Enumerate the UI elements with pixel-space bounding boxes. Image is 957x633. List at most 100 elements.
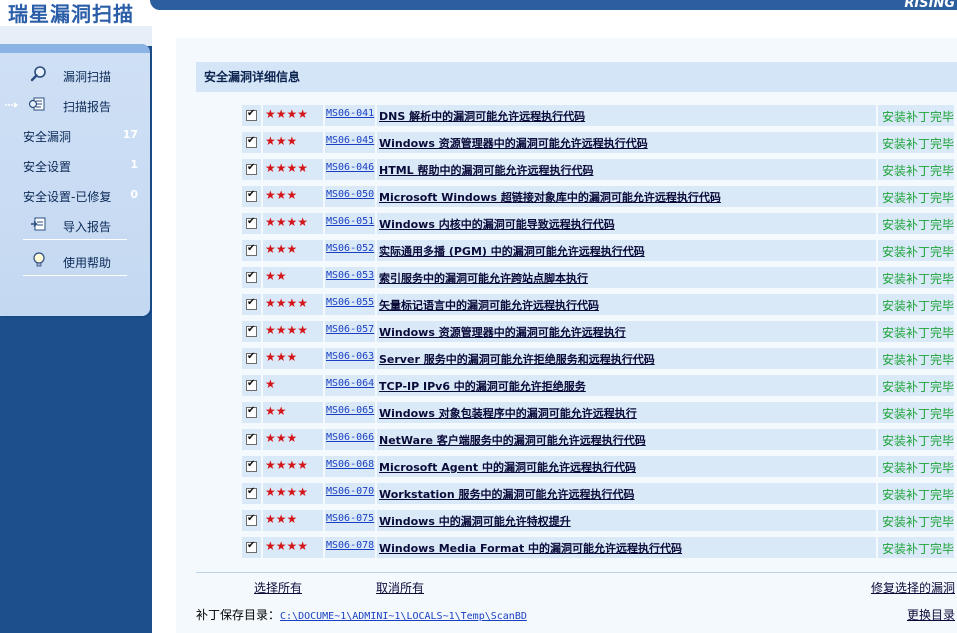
bulletin-id-link[interactable]: MS06-051 <box>326 216 374 227</box>
bulletin-id-link[interactable]: MS06-068 <box>326 459 374 470</box>
sidebar-item-security-vulns[interactable]: 安全漏洞 17 <box>0 123 150 149</box>
sidebar-item-security-settings[interactable]: 安全设置 1 <box>0 153 150 179</box>
table-row: ★★★★ MS06-057 Windows 资源管理器中的漏洞可能允许远程执行 安装补… <box>242 321 954 342</box>
vulnerability-title-link[interactable]: Windows 资源管理器中的漏洞可能允许远程执行 <box>379 324 626 340</box>
sidebar-item-vuln-scan[interactable]: 漏洞扫描 <box>0 63 150 89</box>
vulnerability-title-link[interactable]: Workstation 服务中的漏洞可能允许远程执行代码 <box>379 486 635 502</box>
sidebar-item-label: 漏洞扫描 <box>63 70 112 84</box>
row-checkbox[interactable] <box>246 324 257 337</box>
status-cell: 安装补丁完毕 <box>878 483 954 504</box>
id-cell: MS06-075 <box>325 510 375 531</box>
vulnerability-title-link[interactable]: HTML 帮助中的漏洞可能允许远程执行代码 <box>379 162 594 178</box>
bulletin-id-link[interactable]: MS06-063 <box>326 351 374 362</box>
bulletin-id-link[interactable]: MS06-041 <box>326 108 374 119</box>
vulnerability-title-link[interactable]: Windows 内核中的漏洞可能导致远程执行代码 <box>379 216 615 232</box>
title-cell: Windows 内核中的漏洞可能导致远程执行代码 <box>377 213 876 234</box>
vulnerability-title-link[interactable]: TCP-IP IPv6 中的漏洞可能允许拒绝服务 <box>379 378 586 394</box>
vulnerability-title-link[interactable]: Server 服务中的漏洞可能允许拒绝服务和远程执行代码 <box>379 351 655 367</box>
select-all-link[interactable]: 选择所有 <box>254 579 302 596</box>
vulnerability-title-link[interactable]: 矢量标记语言中的漏洞可能允许远程执行代码 <box>379 297 599 313</box>
bulletin-id-link[interactable]: MS06-065 <box>326 405 374 416</box>
sidebar-item-scan-report[interactable]: 扫描报告 <box>0 93 150 119</box>
bulletin-id-link[interactable]: MS06-075 <box>326 513 374 524</box>
vulnerability-title-link[interactable]: NetWare 客户端服务中的漏洞可能允许远程执行代码 <box>379 432 646 448</box>
vulnerability-title-link[interactable]: 索引服务中的漏洞可能允许跨站点脚本执行 <box>379 270 588 286</box>
sidebar-panel-body: 漏洞扫描 扫描报告 安全漏洞 17 安全设置 1 安全设置-已修复 0 导入报告… <box>0 53 150 316</box>
row-checkbox[interactable] <box>246 135 257 148</box>
section-header: 安全漏洞详细信息 <box>196 62 957 92</box>
severity-stars: ★★★★ <box>265 539 309 553</box>
row-checkbox[interactable] <box>246 378 257 391</box>
row-checkbox[interactable] <box>246 297 257 310</box>
vulnerability-title-link[interactable]: Windows 资源管理器中的漏洞可能允许远程执行代码 <box>379 135 648 151</box>
row-checkbox[interactable] <box>246 432 257 445</box>
row-checkbox[interactable] <box>246 513 257 526</box>
status-text: 安装补丁完毕 <box>882 380 955 394</box>
title-cell: Windows 中的漏洞可能允许特权提升 <box>377 510 876 531</box>
row-checkbox[interactable] <box>246 351 257 364</box>
vulnerability-title-link[interactable]: DNS 解析中的漏洞可能允许远程执行代码 <box>379 108 585 124</box>
fix-selected-link[interactable]: 修复选择的漏洞 <box>871 579 955 596</box>
bulletin-id-link[interactable]: MS06-057 <box>326 324 374 335</box>
bulletin-id-link[interactable]: MS06-050 <box>326 189 374 200</box>
status-cell: 安装补丁完毕 <box>878 537 954 558</box>
row-checkbox[interactable] <box>246 540 257 553</box>
vulnerability-title-link[interactable]: Windows 对象包装程序中的漏洞可能允许远程执行 <box>379 405 637 421</box>
row-checkbox[interactable] <box>246 486 257 499</box>
status-text: 安装补丁完毕 <box>882 110 955 124</box>
row-checkbox[interactable] <box>246 243 257 256</box>
status-text: 安装补丁完毕 <box>882 164 955 178</box>
sidebar-item-security-settings-fixed[interactable]: 安全设置-已修复 0 <box>0 183 150 209</box>
id-cell: MS06-046 <box>325 159 375 180</box>
id-cell: MS06-053 <box>325 267 375 288</box>
table-row: ★★★ MS06-045 Windows 资源管理器中的漏洞可能允许远程执行代码 安装… <box>242 132 954 153</box>
table-row: ★★★ MS06-066 NetWare 客户端服务中的漏洞可能允许远程执行代码 安装… <box>242 429 954 450</box>
row-checkbox[interactable] <box>246 189 257 202</box>
count-badge: 1 <box>130 158 138 171</box>
checkbox-cell <box>242 213 261 234</box>
id-cell: MS06-066 <box>325 429 375 450</box>
severity-stars: ★★★ <box>265 431 298 445</box>
status-cell: 安装补丁完毕 <box>878 348 954 369</box>
status-text: 安装补丁完毕 <box>882 137 955 151</box>
status-text: 安装补丁完毕 <box>882 191 955 205</box>
bulletin-id-link[interactable]: MS06-045 <box>326 135 374 146</box>
vulnerability-title-link[interactable]: Microsoft Windows 超链接对象库中的漏洞可能允许远程执行代码 <box>379 189 721 205</box>
status-cell: 安装补丁完毕 <box>878 375 954 396</box>
vulnerability-title-link[interactable]: Microsoft Agent 中的漏洞可能允许远程执行代码 <box>379 459 636 475</box>
id-cell: MS06-050 <box>325 186 375 207</box>
severity-stars: ★★ <box>265 404 287 418</box>
bulletin-id-link[interactable]: MS06-070 <box>326 486 374 497</box>
vulnerability-title-link[interactable]: Windows 中的漏洞可能允许特权提升 <box>379 513 571 529</box>
sidebar-item-import-report[interactable]: 导入报告 <box>0 213 150 239</box>
severity-cell: ★★★★ <box>263 213 323 234</box>
row-checkbox[interactable] <box>246 405 257 418</box>
bulletin-id-link[interactable]: MS06-064 <box>326 378 374 389</box>
bulletin-id-link[interactable]: MS06-066 <box>326 432 374 443</box>
deselect-all-link[interactable]: 取消所有 <box>376 579 424 596</box>
table-row: ★★ MS06-065 Windows 对象包装程序中的漏洞可能允许远程执行 安装补丁… <box>242 402 954 423</box>
row-checkbox[interactable] <box>246 216 257 229</box>
sidebar-item-label: 导入报告 <box>63 220 112 234</box>
row-checkbox[interactable] <box>246 108 257 121</box>
vulnerability-title-link[interactable]: 实际通用多播 (PGM) 中的漏洞可能允许远程执行代码 <box>379 243 645 259</box>
row-checkbox[interactable] <box>246 162 257 175</box>
bulletin-id-link[interactable]: MS06-055 <box>326 297 374 308</box>
severity-stars: ★★★★ <box>265 323 309 337</box>
row-checkbox[interactable] <box>246 459 257 472</box>
status-cell: 安装补丁完毕 <box>878 510 954 531</box>
severity-cell: ★★★ <box>263 186 323 207</box>
vulnerability-title-link[interactable]: Windows Media Format 中的漏洞可能允许远程执行代码 <box>379 540 682 556</box>
row-checkbox[interactable] <box>246 270 257 283</box>
bulletin-id-link[interactable]: MS06-053 <box>326 270 374 281</box>
checkbox-cell <box>242 267 261 288</box>
change-dir-link[interactable]: 更换目录 <box>907 606 955 623</box>
sidebar-item-help[interactable]: 使用帮助 <box>0 249 150 275</box>
severity-stars: ★★★★ <box>265 296 309 310</box>
checkbox-cell <box>242 159 261 180</box>
bulletin-id-link[interactable]: MS06-078 <box>326 540 374 551</box>
patch-dir-path-link[interactable]: C:\DOCUME~1\ADMINI~1\LOCALS~1\Temp\ScanB… <box>280 611 527 622</box>
bulletin-id-link[interactable]: MS06-046 <box>326 162 374 173</box>
checkbox-cell <box>242 537 261 558</box>
bulletin-id-link[interactable]: MS06-052 <box>326 243 374 254</box>
